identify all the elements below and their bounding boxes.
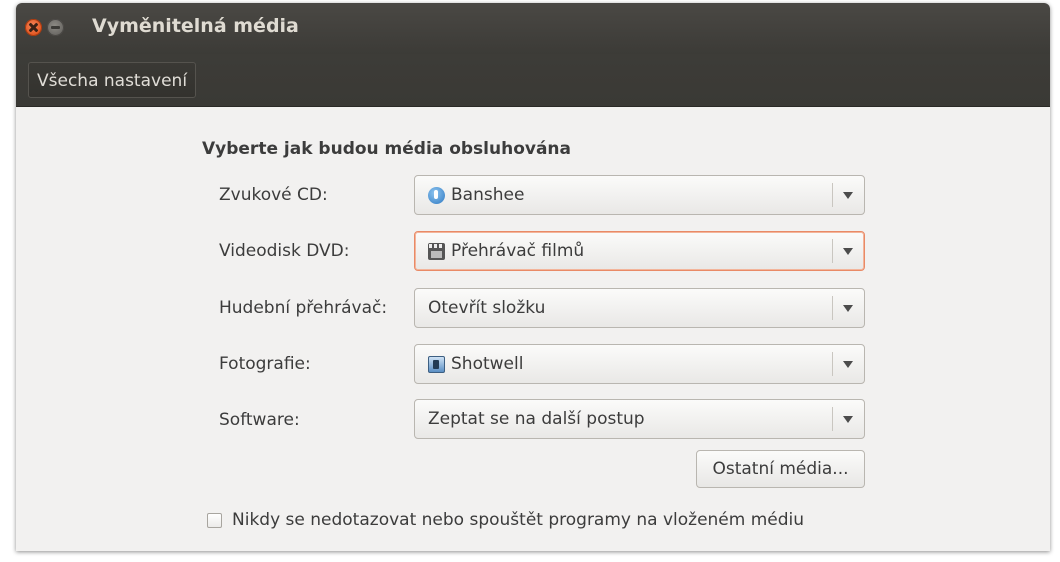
removable-media-window: Vyměnitelná média Všecha nastavení Vyber… bbox=[16, 3, 1050, 551]
audio-cd-value: Banshee bbox=[451, 185, 525, 205]
window-title: Vyměnitelná média bbox=[92, 15, 299, 37]
chevron-down-icon bbox=[843, 248, 853, 255]
software-value: Zeptat se na další postup bbox=[428, 409, 645, 429]
chevron-down-icon bbox=[843, 361, 853, 368]
all-settings-button[interactable]: Všecha nastavení bbox=[28, 62, 197, 98]
movie-player-icon bbox=[428, 242, 445, 260]
software-combobox[interactable]: Zeptat se na další postup bbox=[414, 399, 865, 439]
other-media-button[interactable]: Ostatní média... bbox=[696, 450, 865, 488]
music-player-label: Hudební přehrávač: bbox=[219, 298, 388, 318]
never-prompt-checkbox[interactable] bbox=[207, 512, 222, 528]
section-heading: Vyberte jak budou média obsluhována bbox=[202, 139, 571, 159]
banshee-icon bbox=[428, 186, 445, 204]
toolbar: Všecha nastavení bbox=[16, 54, 1050, 107]
audio-cd-combobox[interactable]: Banshee bbox=[414, 175, 865, 215]
close-icon[interactable] bbox=[25, 19, 42, 36]
content-area: Vyberte jak budou média obsluhována Zvuk… bbox=[16, 107, 1050, 551]
audio-cd-label: Zvukové CD: bbox=[219, 185, 328, 205]
software-label: Software: bbox=[219, 410, 300, 430]
dvd-video-value: Přehrávač filmů bbox=[451, 241, 585, 261]
chevron-down-icon bbox=[843, 192, 853, 199]
never-prompt-label[interactable]: Nikdy se nedotazovat nebo spouštět progr… bbox=[232, 510, 804, 530]
dvd-video-label: Videodisk DVD: bbox=[219, 241, 350, 261]
shotwell-icon bbox=[428, 355, 445, 373]
photos-label: Fotografie: bbox=[219, 354, 311, 374]
never-prompt-row[interactable]: Nikdy se nedotazovat nebo spouštět progr… bbox=[207, 510, 804, 530]
minimize-icon[interactable] bbox=[47, 19, 64, 36]
music-player-value: Otevřít složku bbox=[428, 298, 546, 318]
title-bar[interactable]: Vyměnitelná média bbox=[16, 3, 1050, 54]
photos-value: Shotwell bbox=[451, 354, 524, 374]
chevron-down-icon bbox=[843, 305, 853, 312]
dvd-video-combobox[interactable]: Přehrávač filmů bbox=[414, 231, 865, 271]
photos-combobox[interactable]: Shotwell bbox=[414, 344, 865, 384]
music-player-combobox[interactable]: Otevřít složku bbox=[414, 288, 865, 328]
chevron-down-icon bbox=[843, 416, 853, 423]
